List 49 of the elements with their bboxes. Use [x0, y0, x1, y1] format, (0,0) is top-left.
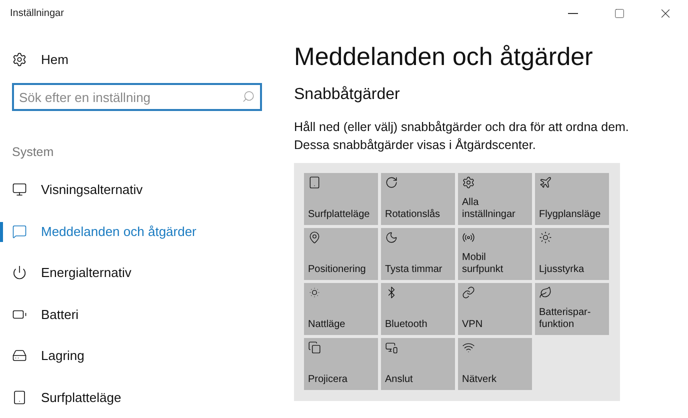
- quick-action-tile[interactable]: Flygplansläge: [535, 173, 609, 225]
- monitor-icon: [12, 182, 27, 198]
- section-title: Snabbåtgärder: [294, 86, 401, 104]
- home-link[interactable]: Hem: [41, 52, 68, 66]
- quick-action-tile[interactable]: Nätverk: [458, 338, 532, 390]
- pin-icon: [308, 231, 321, 244]
- window-title: Inställningar: [10, 8, 64, 19]
- quick-action-tile[interactable]: Surfplatteläge: [304, 173, 378, 225]
- nav-item[interactable]: Batteri: [0, 294, 280, 335]
- quick-action-tile[interactable]: Rotationslås: [381, 173, 455, 225]
- airplane-icon: [539, 176, 552, 189]
- quick-action-tile[interactable]: Bluetooth: [381, 283, 455, 335]
- quick-action-tile[interactable]: Ljusstyrka: [535, 228, 609, 280]
- rotate-icon: [385, 176, 398, 189]
- page-title: Meddelanden och åtgärder: [294, 43, 594, 72]
- nav-item[interactable]: Meddelanden och åtgärder: [0, 210, 280, 252]
- sun-icon: [539, 231, 552, 244]
- quick-action-tile[interactable]: Tysta timmar: [381, 228, 455, 280]
- settings-icon: [462, 176, 475, 189]
- nav-item[interactable]: Surfplatteläge: [0, 376, 280, 418]
- drive-icon: [12, 348, 27, 364]
- tablet-icon: [308, 176, 321, 189]
- tablet-icon: [12, 390, 27, 405]
- moon-icon: [385, 231, 398, 244]
- screens-icon: [308, 341, 321, 354]
- quick-action-tile[interactable]: Nattläge: [304, 283, 378, 335]
- quick-action-tile[interactable]: Mobil surfpunkt: [458, 228, 532, 280]
- devices-icon: [385, 341, 398, 354]
- quick-action-tile[interactable]: Batterispar-funktion: [535, 283, 609, 335]
- search-field[interactable]: Sök efter en inställning: [12, 83, 262, 111]
- section-heading: System: [11, 144, 55, 161]
- quick-action-tile[interactable]: Alla inställningar: [458, 173, 532, 225]
- leaf-icon: [539, 286, 552, 299]
- nav-item[interactable]: Energialternativ: [0, 252, 280, 294]
- maximize-icon: [614, 8, 624, 19]
- description: Håll ned (eller välj) snabbåtgärder och dra för att ordna dem. Dessa snabbåtgärder visas i Åtgärdscenter.: [294, 119, 630, 154]
- link-icon: [462, 286, 475, 299]
- search-icon[interactable]: [242, 90, 255, 103]
- message-icon: [12, 224, 27, 239]
- nav-item[interactable]: Visningsalternativ: [0, 169, 280, 210]
- power-icon: [12, 265, 27, 280]
- quick-action-tile[interactable]: Projicera: [304, 338, 378, 390]
- quick-action-tile[interactable]: Anslut: [381, 338, 455, 390]
- quick-action-tile[interactable]: Positionering: [304, 228, 378, 280]
- nav-item[interactable]: Lagring: [0, 335, 280, 376]
- settings-icon[interactable]: [12, 52, 27, 66]
- quick-action-tile[interactable]: VPN: [458, 283, 532, 335]
- antenna-icon: [462, 231, 475, 244]
- minimize-icon: [568, 13, 578, 14]
